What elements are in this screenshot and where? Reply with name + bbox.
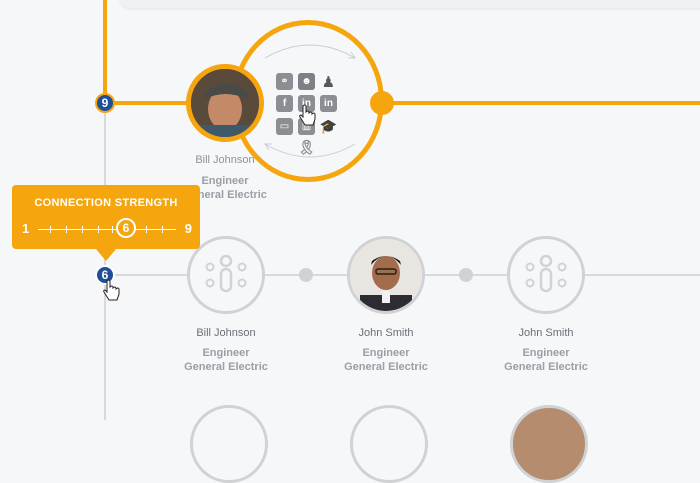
person-icon[interactable]: ♟	[320, 73, 337, 91]
person-title: Engineer	[522, 347, 570, 359]
connector-dot	[299, 268, 313, 282]
avatar[interactable]	[510, 405, 588, 483]
avatar[interactable]	[347, 236, 425, 314]
tooltip-title: CONNECTION STRENGTH	[34, 197, 178, 209]
tooltip-caret	[96, 249, 116, 261]
slider-tick	[112, 226, 113, 233]
person-placeholder-icon	[205, 254, 247, 293]
slider-max: 9	[184, 221, 192, 236]
people-icon[interactable]: ☻	[298, 73, 315, 90]
hand-cursor-icon	[103, 279, 120, 301]
hand-cursor-icon	[299, 104, 316, 126]
avatar[interactable]	[186, 64, 264, 142]
ribbon-icon[interactable]: 🎗	[298, 139, 316, 156]
slider-knob[interactable]: 6	[116, 218, 136, 238]
connection-strength-tooltip: CONNECTION STRENGTH 1 6 9	[12, 185, 200, 261]
slider-tick	[66, 226, 67, 233]
facebook-icon[interactable]: f	[276, 95, 293, 112]
connection-strength-badge[interactable]: 9	[95, 93, 115, 113]
person-company: General Electric	[344, 361, 428, 373]
slider-track[interactable]	[38, 229, 176, 230]
expanded-node-handle[interactable]	[370, 91, 394, 115]
family-icon[interactable]: ⚭	[276, 73, 293, 90]
person-company: General Electric	[504, 361, 588, 373]
person-photo	[191, 69, 259, 137]
gray-vertical-line	[104, 103, 106, 420]
person-name[interactable]: John Smith	[316, 327, 456, 339]
person-title: Engineer	[202, 347, 250, 359]
placeholder-avatar[interactable]	[190, 405, 268, 483]
person-photo	[350, 239, 422, 311]
linkedin-icon[interactable]: in	[320, 95, 337, 112]
person-name[interactable]: Bill Johnson	[155, 154, 295, 166]
placeholder-avatar[interactable]	[507, 236, 585, 314]
person-placeholder-icon	[525, 254, 567, 293]
slider-tick	[82, 226, 83, 233]
connector-dot	[459, 268, 473, 282]
person-name[interactable]: John Smith	[476, 327, 616, 339]
strength-slider[interactable]: 1 6 9	[22, 218, 192, 241]
person-company: General Electric	[184, 361, 268, 373]
person-title: Engineer	[362, 347, 410, 359]
slider-tick	[146, 226, 147, 233]
slider-min: 1	[22, 221, 30, 236]
slider-tick	[98, 226, 99, 233]
orange-vertical-line	[103, 0, 107, 103]
briefcase-icon[interactable]: ▭	[276, 118, 293, 135]
upper-card	[120, 0, 700, 8]
graduation-cap-icon[interactable]: 🎓	[320, 118, 337, 135]
person-name[interactable]: Bill Johnson	[156, 327, 296, 339]
slider-tick	[50, 226, 51, 233]
slider-tick	[162, 226, 163, 233]
placeholder-avatar[interactable]	[350, 405, 428, 483]
